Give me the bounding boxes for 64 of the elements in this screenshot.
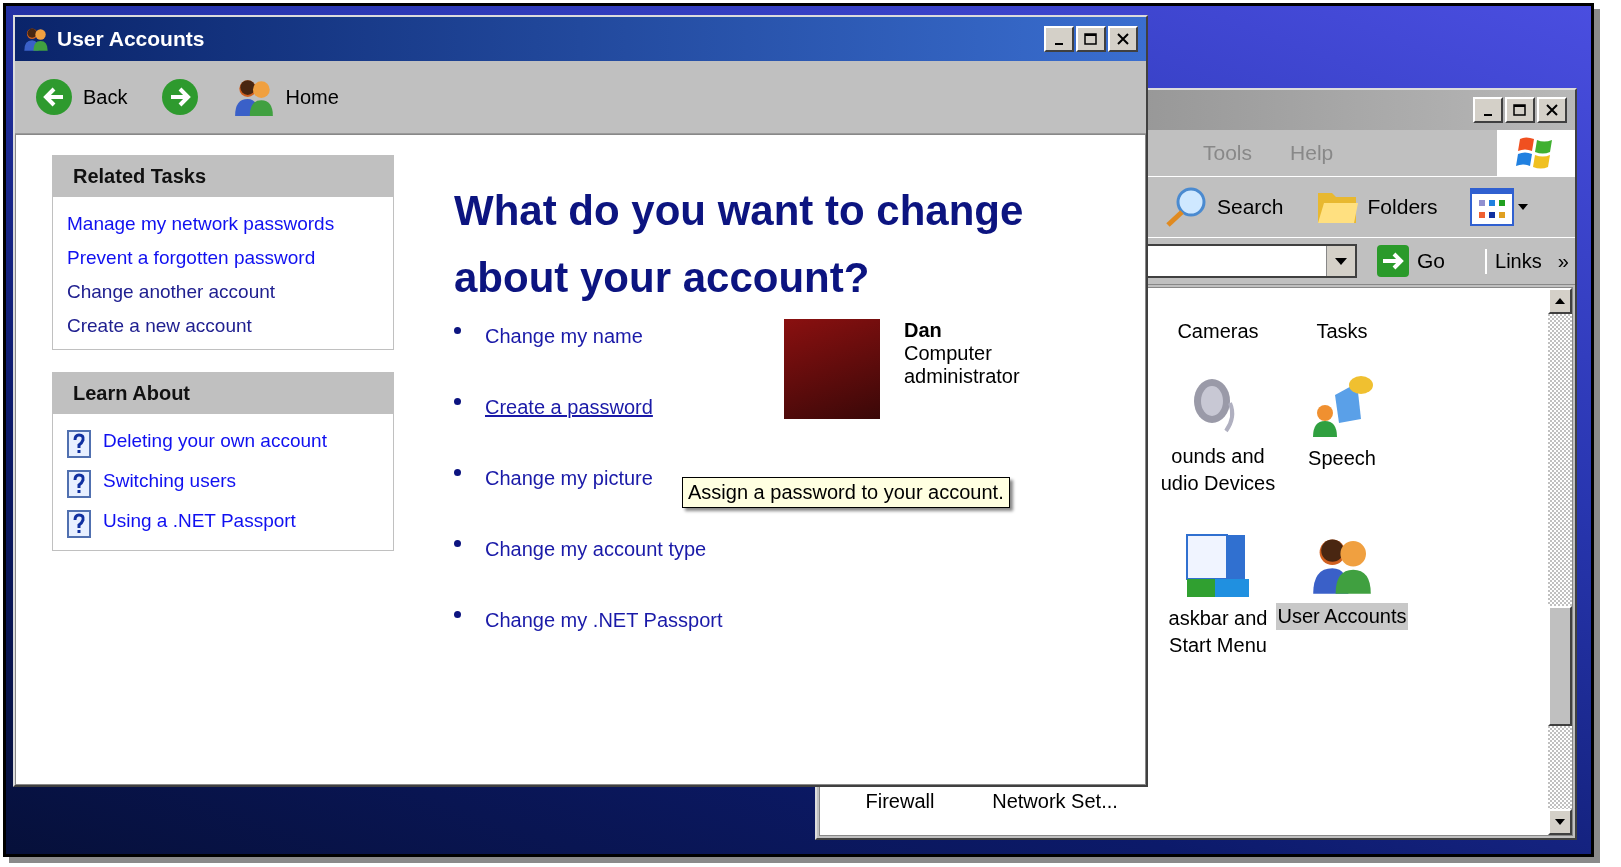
bullet-icon [454, 398, 461, 406]
icon-label[interactable]: Cameras [1175, 318, 1261, 345]
icon-label[interactable]: Firewall [863, 788, 937, 815]
home-button[interactable]: Home [229, 72, 343, 122]
icon-label[interactable]: ounds and udio Devices [1158, 443, 1278, 497]
help-icon [67, 470, 91, 498]
taskbar-icon [1185, 533, 1251, 599]
close-button[interactable] [1108, 26, 1138, 52]
icon-label[interactable]: Speech [1306, 445, 1378, 472]
account-name: Dan [904, 319, 943, 343]
bullet-icon [454, 611, 461, 619]
window-title: User Accounts [57, 27, 206, 51]
maximize-icon [1513, 104, 1527, 116]
icon-label[interactable]: User Accounts [1275, 603, 1409, 630]
account-type: Computer administrator [904, 342, 1021, 389]
close-button[interactable] [1537, 97, 1567, 123]
page-heading: What do you want to change about your account? [454, 186, 1025, 304]
maximize-button[interactable] [1076, 26, 1106, 52]
task-link[interactable]: Manage my network passwords [67, 213, 335, 235]
minimize-button[interactable] [1473, 97, 1503, 123]
maximize-button[interactable] [1505, 97, 1535, 123]
task-link[interactable]: Change my name [485, 325, 643, 349]
help-link[interactable]: Deleting your own account [103, 430, 327, 452]
close-icon [1546, 104, 1558, 116]
dropdown-icon [1335, 257, 1347, 265]
help-link[interactable]: Using a .NET Passport [103, 510, 296, 532]
panel-header: Related Tasks [53, 156, 393, 197]
task-link[interactable]: Create a password [485, 396, 653, 420]
task-link[interactable]: Create a new account [67, 315, 252, 337]
task-link[interactable]: Change my picture [485, 467, 653, 491]
icon-label[interactable]: askbar and Start Menu [1166, 605, 1270, 659]
task-link[interactable]: Change my .NET Passport [485, 609, 723, 633]
help-icon [67, 430, 91, 458]
go-button[interactable]: Go [1371, 244, 1451, 278]
search-button[interactable]: Search [1157, 184, 1290, 230]
task-link[interactable]: Change another account [67, 281, 276, 303]
scroll-thumb[interactable] [1548, 606, 1572, 726]
scrollbar[interactable] [1548, 288, 1572, 835]
minimize-icon [1484, 114, 1492, 116]
links-button[interactable]: Links » [1485, 248, 1575, 274]
folders-button[interactable]: Folders [1309, 186, 1444, 228]
back-button[interactable]: Back [31, 74, 132, 120]
icon-label[interactable]: Network Set... [990, 788, 1120, 815]
close-icon [1117, 33, 1129, 45]
scroll-down-button[interactable] [1548, 809, 1572, 835]
minimize-icon [1055, 43, 1063, 45]
scroll-up-button[interactable] [1548, 288, 1572, 314]
help-icon [67, 510, 91, 538]
bullet-icon [454, 540, 461, 548]
panel-header: Learn About [53, 373, 393, 414]
users-icon [23, 26, 49, 52]
down-arrow-icon [1555, 819, 1565, 825]
up-arrow-icon [1555, 298, 1565, 304]
caret-icon [1517, 204, 1528, 210]
icon-label[interactable]: Tasks [1314, 318, 1370, 345]
maximize-icon [1084, 33, 1098, 45]
minimize-button[interactable] [1044, 26, 1074, 52]
bullet-icon [454, 469, 461, 477]
help-link[interactable]: Switching users [103, 470, 237, 492]
views-icon [1469, 188, 1514, 226]
tooltip: Assign a password to your account. [682, 477, 1010, 508]
task-link[interactable]: Prevent a forgotten password [67, 247, 316, 269]
task-link[interactable]: Change my account type [485, 538, 707, 562]
bullet-icon [454, 327, 461, 335]
